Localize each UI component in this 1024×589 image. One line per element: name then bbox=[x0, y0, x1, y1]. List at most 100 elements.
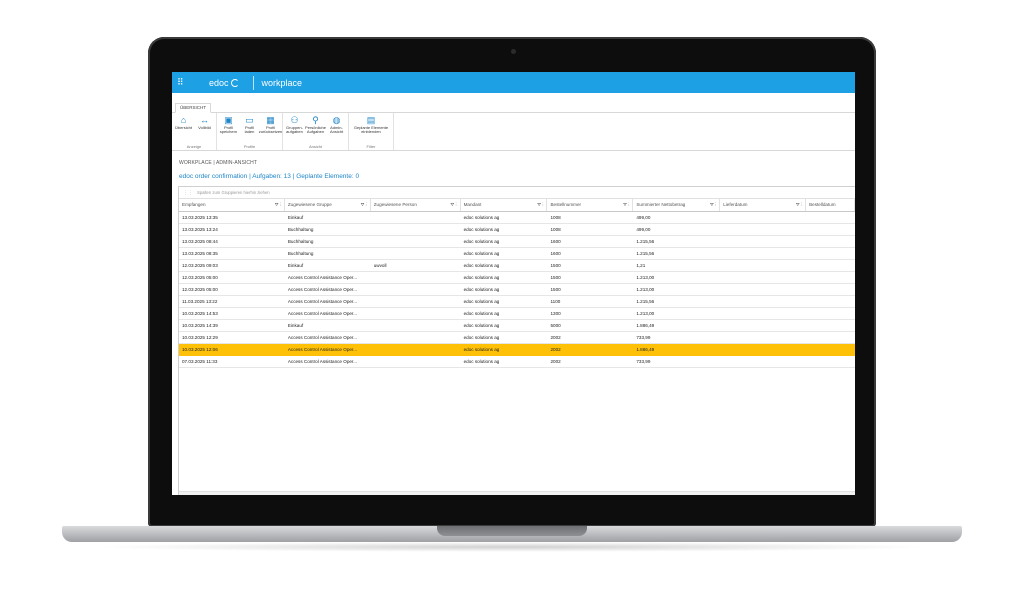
col-header-person[interactable]: Zugewiesene Person ⛛ ⋮ bbox=[371, 199, 461, 211]
reset-profile-button[interactable]: ▦ Profil zurücksetzen bbox=[258, 113, 283, 144]
table-cell bbox=[806, 212, 855, 223]
table-cell bbox=[371, 296, 461, 307]
show-planned-label: Geplante Elemente einblenden bbox=[353, 125, 389, 135]
table-cell: Access Control Assistance Oper... bbox=[287, 346, 358, 352]
table-cell: edoc solutions ag bbox=[463, 286, 500, 292]
fullscreen-label: Vollbild bbox=[198, 125, 211, 130]
table-cell: edoc solutions ag bbox=[463, 238, 500, 244]
group-label-ansicht: Ansicht bbox=[308, 144, 323, 149]
table-cell: uwvoll bbox=[373, 262, 387, 268]
table-row[interactable]: 10.03.2025 12:29 Access Control Assistanc… bbox=[179, 332, 855, 344]
brand-logo: edoc bbox=[209, 78, 239, 88]
table-row[interactable]: 13.03.2025 08:35 Buchhaltung edoc solution… bbox=[179, 248, 855, 260]
table-row[interactable]: 10.03.2025 14:53 Access Control Assistanc… bbox=[179, 308, 855, 320]
filter-menu-icon[interactable]: ⛛ ⋮ bbox=[710, 202, 716, 207]
table-cell bbox=[720, 260, 806, 271]
col-header-label: Bestellnummer bbox=[550, 202, 582, 208]
table-cell bbox=[806, 296, 855, 307]
filter-menu-icon[interactable]: ⛛ ⋮ bbox=[796, 202, 802, 207]
table-cell: 1300 bbox=[550, 310, 561, 316]
ribbon-group-ansicht: ⚇ Gruppen-aufgaben ⚲ Persönliche Aufgabe… bbox=[283, 113, 349, 150]
table-row[interactable]: 11.03.2025 13:22 Access Control Assistanc… bbox=[179, 296, 855, 308]
table-row[interactable]: 10.03.2025 12:06 Access Control Assistanc… bbox=[179, 343, 855, 356]
table-cell bbox=[371, 332, 461, 343]
admin-view-button[interactable]: ◍ Admin-Ansicht bbox=[327, 113, 346, 144]
table-row[interactable]: 10.03.2025 14:39 Einkauf edoc solutions ag… bbox=[179, 320, 855, 332]
table-cell: 1500 bbox=[550, 286, 561, 292]
table-cell: 499,00 bbox=[636, 214, 651, 220]
load-profile-button[interactable]: ▭ Profil laden bbox=[240, 113, 259, 144]
filter-menu-icon[interactable]: ⛛ ⋮ bbox=[537, 202, 543, 207]
title-divider bbox=[252, 75, 254, 90]
group-label-anzeige: Anzeige bbox=[186, 144, 202, 149]
table-cell: Access Control Assistance Oper... bbox=[287, 298, 358, 304]
table-cell: 12.03.2025 05:00 bbox=[182, 286, 218, 292]
table-row[interactable]: 12.03.2025 09:03 Einkauf uwvoll edoc soluti… bbox=[179, 260, 855, 272]
table-cell: edoc solutions ag bbox=[463, 214, 500, 220]
group-label-filter: Filter bbox=[366, 144, 376, 149]
col-header-label: Bestelldatum bbox=[809, 202, 836, 208]
overview-button[interactable]: ⌂ Übersicht bbox=[174, 113, 193, 144]
table-cell: 2002 bbox=[550, 358, 561, 364]
table-cell: 1.215,56 bbox=[636, 238, 655, 244]
filter-menu-icon[interactable]: ⛛ ⋮ bbox=[275, 202, 281, 207]
filter-menu-icon[interactable]: ⛛ ⋮ bbox=[450, 202, 456, 207]
app-launcher-icon[interactable]: ⠿ bbox=[177, 78, 191, 87]
col-header-net-amount[interactable]: Summierter Nettobetrag ⛛ ⋮ bbox=[633, 199, 721, 211]
show-planned-button[interactable]: ▤ Geplante Elemente einblenden bbox=[351, 113, 391, 144]
filter-menu-icon[interactable]: ⛛ ⋮ bbox=[623, 202, 629, 207]
table-cell: 1.886,49 bbox=[636, 322, 655, 328]
table-cell: Einkauf bbox=[287, 214, 304, 220]
col-header-received[interactable]: Empfangen ⛛ ⋮ bbox=[179, 199, 285, 211]
table-cell: edoc solutions ag bbox=[463, 298, 500, 304]
col-header-group[interactable]: Zugewiesene Gruppe ⛛ ⋮ bbox=[285, 199, 371, 211]
reset-profile-label: Profil zurücksetzen bbox=[258, 125, 283, 135]
table-cell bbox=[720, 248, 806, 259]
drag-handle-icon: ⋮⋮ bbox=[183, 189, 193, 196]
save-profile-button[interactable]: ▣ Profil speichern bbox=[219, 113, 238, 144]
table-cell: Buchhaltung bbox=[287, 238, 314, 244]
table-cell bbox=[371, 248, 461, 259]
col-header-order-number[interactable]: Bestellnummer ⛛ ⋮ bbox=[547, 199, 634, 211]
table-cell: 11.03.2025 13:22 bbox=[182, 298, 218, 304]
col-header-delivery-date[interactable]: Lieferdatum ⛛ ⋮ bbox=[720, 199, 807, 211]
table-cell: 1.213,00 bbox=[636, 310, 655, 316]
table-row[interactable]: 13.03.2025 13:24 Buchhaltung edoc solution… bbox=[179, 224, 855, 236]
table-cell: 1600 bbox=[550, 238, 561, 244]
filter-menu-icon[interactable]: ⛛ ⋮ bbox=[361, 202, 367, 207]
ribbon-group-filter: ▤ Geplante Elemente einblenden Filter bbox=[349, 113, 394, 150]
brand-name: edoc bbox=[209, 77, 229, 88]
page-subtitle: edoc order confirmation | Aufgaben: 13 |… bbox=[179, 173, 360, 180]
table-row[interactable]: 12.03.2025 05:00 Access Control Assistanc… bbox=[179, 284, 855, 296]
task-grid: ⋮⋮ Spalten zum Gruppieren hierhin ziehen… bbox=[178, 186, 855, 495]
table-row[interactable]: 13.03.2025 13:35 Einkauf edoc solutions ag… bbox=[179, 212, 855, 224]
table-row[interactable]: 13.03.2025 08:44 Buchhaltung edoc solution… bbox=[179, 236, 855, 248]
col-header-client[interactable]: Mandant ⛛ ⋮ bbox=[461, 199, 548, 211]
brand-mark-icon bbox=[230, 78, 239, 87]
group-by-drop-zone[interactable]: ⋮⋮ Spalten zum Gruppieren hierhin ziehen bbox=[179, 187, 855, 199]
col-header-order-date[interactable]: Bestelldatum bbox=[806, 199, 855, 211]
table-cell bbox=[371, 224, 461, 235]
horizontal-scrollbar[interactable] bbox=[179, 491, 855, 495]
table-cell: 10.03.2025 12:29 bbox=[182, 334, 218, 340]
table-cell: Access Control Assistance Oper... bbox=[287, 286, 358, 292]
grid-header-row: Empfangen ⛛ ⋮ Zugewiesene Gruppe ⛛ ⋮ Zugew… bbox=[179, 199, 855, 212]
table-row[interactable]: 12.03.2025 05:00 Access Control Assistanc… bbox=[179, 272, 855, 284]
personal-tasks-button[interactable]: ⚲ Persönliche Aufgaben bbox=[305, 113, 326, 144]
table-cell bbox=[806, 344, 855, 355]
fullscreen-button[interactable]: ↔ Vollbild bbox=[195, 113, 214, 144]
col-header-label: Empfangen bbox=[182, 202, 206, 208]
table-cell: Access Control Assistance Oper... bbox=[287, 274, 358, 280]
table-cell: 13.03.2025 08:35 bbox=[182, 250, 218, 256]
tab-overview[interactable]: ÜBERSICHT bbox=[175, 103, 212, 113]
group-tasks-button[interactable]: ⚇ Gruppen-aufgaben bbox=[285, 113, 304, 144]
webcam bbox=[511, 49, 516, 54]
table-cell bbox=[806, 284, 855, 295]
table-cell bbox=[720, 296, 806, 307]
table-cell bbox=[720, 308, 806, 319]
table-cell: 5000 bbox=[550, 322, 561, 328]
table-cell: Buchhaltung bbox=[287, 250, 314, 256]
table-cell: edoc solutions ag bbox=[463, 226, 500, 232]
table-cell bbox=[371, 236, 461, 247]
table-row[interactable]: 07.03.2025 11:33 Access Control Assistanc… bbox=[179, 356, 855, 368]
